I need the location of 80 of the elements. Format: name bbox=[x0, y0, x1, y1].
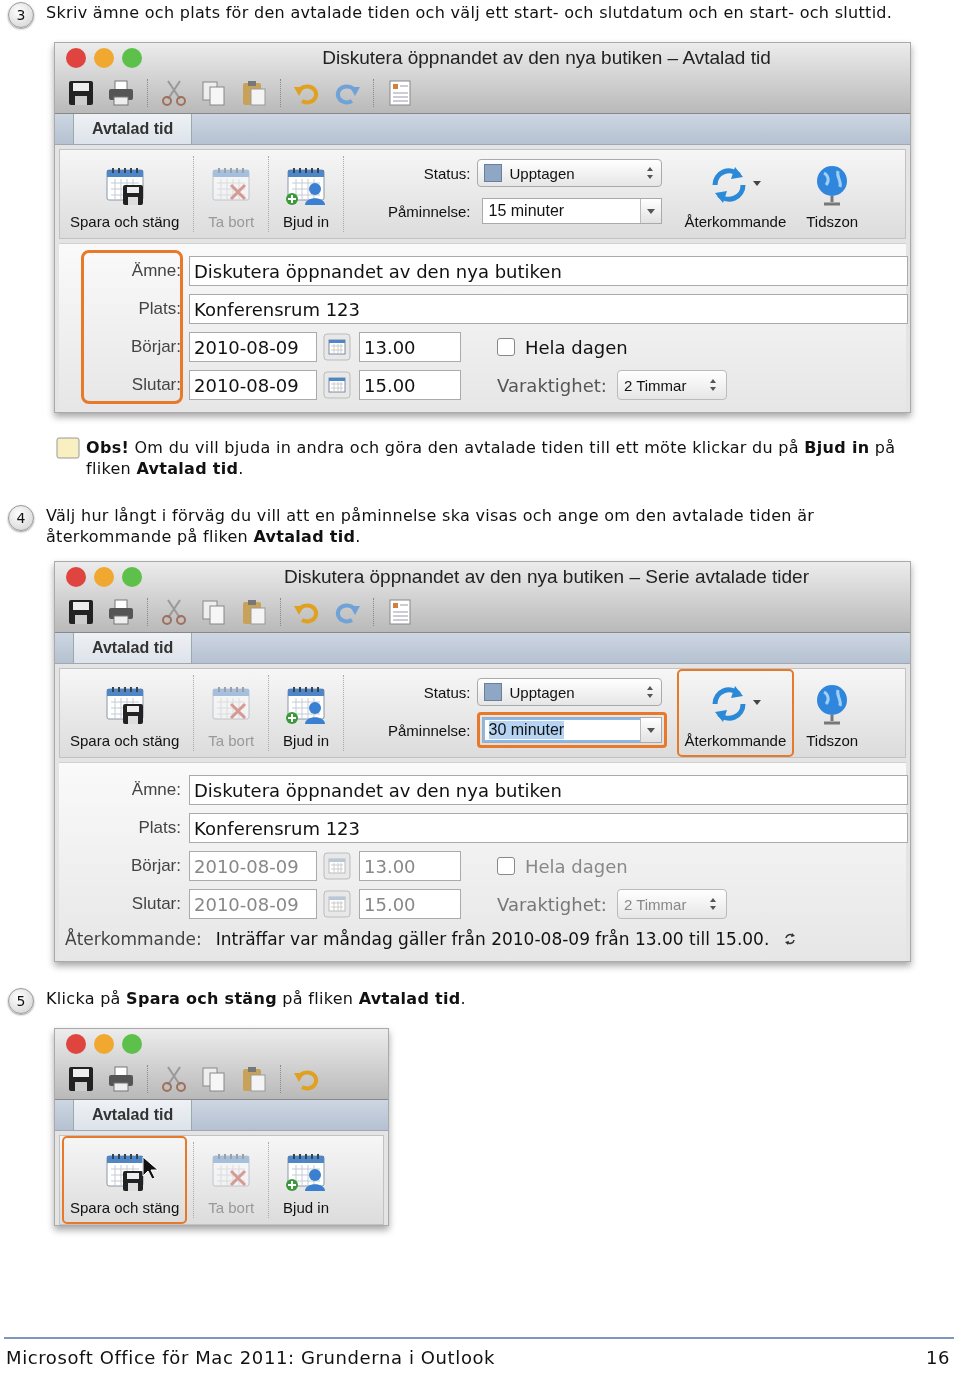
field-label: Slutar: bbox=[130, 375, 182, 395]
note-text: Obs! Om du vill bjuda in andra och göra den avtalade tiden till ett möte klickar du på Bjud in på fliken Avtalad tid. bbox=[86, 437, 897, 479]
time-field[interactable]: 13.00 bbox=[359, 332, 461, 362]
field-label: Börjar: bbox=[129, 856, 182, 876]
printer-icon[interactable] bbox=[107, 79, 135, 107]
location-field[interactable]: Konferensrum 123 bbox=[189, 294, 908, 324]
form-icon[interactable] bbox=[386, 598, 414, 626]
ribbon-button[interactable]: Spara och stäng bbox=[62, 1136, 188, 1224]
step-instruction: Skriv ämne och plats för den avtalade tiden och välj ett start- och slutdatum och en start- och sluttid. bbox=[46, 2, 893, 23]
scissors-icon[interactable] bbox=[160, 598, 188, 626]
date-field[interactable]: 2010-08-09 bbox=[189, 332, 317, 362]
status-select[interactable]: Upptagen bbox=[476, 159, 662, 187]
ribbon-button[interactable]: Spara och stäng bbox=[62, 669, 188, 757]
dropdown-arrow-icon[interactable] bbox=[646, 727, 655, 733]
recurrence-summary: Inträffar var måndag gäller från 2010-08-09 från 13.00 till 15.00. bbox=[215, 929, 770, 949]
footer-title: Microsoft Office för Mac 2011: Grunderna i Outlook bbox=[6, 1347, 496, 1370]
stepper-icon bbox=[707, 377, 718, 393]
ribbon-button[interactable]: Bjud in bbox=[275, 150, 337, 238]
step-instruction: Klicka på Spara och stäng på fliken Avtalad tid. bbox=[46, 988, 466, 1009]
status-select[interactable]: Upptagen bbox=[476, 678, 662, 706]
ribbon-button[interactable]: Återkommande bbox=[676, 150, 795, 238]
field-label: Status: bbox=[422, 683, 471, 701]
ribbon-button[interactable]: Tidszon bbox=[798, 669, 867, 757]
duration-select[interactable]: 2 Timmar bbox=[616, 370, 727, 400]
window-controls-icon[interactable] bbox=[65, 47, 143, 69]
clipboard-icon[interactable] bbox=[240, 79, 268, 107]
field-label: Börjar: bbox=[129, 337, 182, 357]
ribbon-tab[interactable]: Avtalad tid bbox=[73, 1100, 193, 1130]
field-label: Varaktighet: bbox=[497, 374, 607, 396]
time-field[interactable]: 15.00 bbox=[359, 370, 461, 400]
location-field[interactable]: Konferensrum 123 bbox=[189, 813, 908, 843]
field-label: Ämne: bbox=[130, 780, 182, 800]
ribbon-button[interactable]: Bjud in bbox=[275, 1136, 337, 1224]
ribbon-button[interactable]: Bjud in bbox=[275, 669, 337, 757]
all-day-checkbox[interactable]: Hela dagen bbox=[497, 336, 628, 358]
window-controls-icon[interactable] bbox=[65, 566, 143, 588]
page-number: 16 bbox=[925, 1347, 950, 1370]
field-label: Status: bbox=[422, 164, 471, 182]
step-instruction: Välj hur långt i förväg du vill att en påminnelse ska visas och ange om den avtalade tiden är återkommande på fliken Avtalad tid. bbox=[46, 505, 816, 547]
field-label: Slutar: bbox=[130, 894, 182, 914]
form-icon[interactable] bbox=[386, 79, 414, 107]
printer-icon[interactable] bbox=[107, 1065, 135, 1093]
scissors-icon[interactable] bbox=[160, 1065, 188, 1093]
copy-icon[interactable] bbox=[200, 79, 228, 107]
scissors-icon[interactable] bbox=[160, 79, 188, 107]
step-number: 4 bbox=[8, 505, 34, 531]
ribbon-tab[interactable]: Avtalad tid bbox=[73, 114, 193, 144]
calendar-icon[interactable] bbox=[323, 333, 351, 361]
subject-field[interactable]: Diskutera öppnandet av den nya butiken bbox=[189, 256, 908, 286]
printer-icon[interactable] bbox=[107, 598, 135, 626]
note-icon bbox=[56, 437, 80, 459]
stepper-icon bbox=[644, 165, 655, 181]
copy-icon[interactable] bbox=[200, 598, 228, 626]
field-label: Påminnelse: bbox=[388, 721, 471, 739]
field-label: Varaktighet: bbox=[497, 893, 607, 915]
step-number: 5 bbox=[8, 988, 34, 1014]
dropdown-arrow-icon[interactable] bbox=[646, 208, 655, 214]
clipboard-icon[interactable] bbox=[240, 598, 268, 626]
date-field[interactable]: 2010-08-09 bbox=[189, 370, 317, 400]
ribbon-button[interactable]: Tidszon bbox=[798, 150, 867, 238]
window-title: Diskutera öppnandet av den nya butiken – Serie avtalade tider bbox=[283, 566, 810, 588]
ribbon-button[interactable]: Återkommande bbox=[676, 669, 795, 757]
copy-icon[interactable] bbox=[200, 1065, 228, 1093]
field-label: Ämne: bbox=[130, 261, 182, 281]
recurrence-icon bbox=[783, 932, 798, 946]
ribbon-button[interactable]: Spara och stäng bbox=[62, 150, 188, 238]
field-label: Plats: bbox=[137, 818, 182, 838]
step-number: 3 bbox=[8, 2, 34, 28]
reminder-combo[interactable]: 30 minuter bbox=[476, 712, 667, 748]
subject-field[interactable]: Diskutera öppnandet av den nya butiken bbox=[189, 775, 908, 805]
field-label: Plats: bbox=[137, 299, 182, 319]
stepper-icon bbox=[707, 896, 718, 912]
stepper-icon bbox=[644, 684, 655, 700]
field-label: Påminnelse: bbox=[388, 202, 471, 220]
window-title: Diskutera öppnandet av den nya butiken – Avtalad tid bbox=[321, 47, 772, 69]
clipboard-icon[interactable] bbox=[240, 1065, 268, 1093]
calendar-icon[interactable] bbox=[323, 371, 351, 399]
ribbon-tab[interactable]: Avtalad tid bbox=[73, 633, 193, 663]
window-controls-icon[interactable] bbox=[65, 1033, 143, 1055]
field-label: Återkommande: bbox=[65, 929, 202, 949]
